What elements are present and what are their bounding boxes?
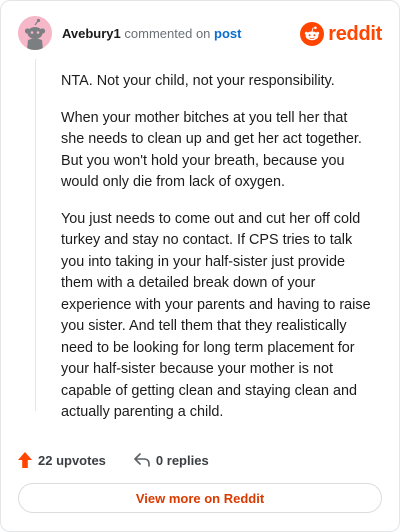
snoo-avatar-icon bbox=[18, 16, 52, 50]
reddit-wordmark: reddit bbox=[328, 22, 382, 45]
author-username[interactable]: Avebury1 bbox=[62, 26, 121, 41]
comment-paragraph: You just needs to come out and cut her o… bbox=[61, 210, 371, 421]
upvote-count: 22 upvotes bbox=[38, 452, 106, 468]
reddit-logo-icon bbox=[300, 22, 325, 46]
reply-count: 0 replies bbox=[155, 452, 209, 468]
comment-paragraph: When your mother bitches at you tell her… bbox=[61, 109, 362, 191]
comment-byline: Avebury1 commented on post bbox=[62, 26, 241, 42]
reddit-logo[interactable]: reddit bbox=[300, 21, 382, 47]
upvote-button[interactable]: 22 upvotes bbox=[18, 452, 106, 468]
reply-arrow-icon bbox=[134, 453, 150, 467]
comment-card: Avebury1 commented on post reddit NTA. N… bbox=[0, 0, 400, 532]
replies-button[interactable]: 0 replies bbox=[134, 453, 209, 468]
view-more-on-reddit-button[interactable]: View more on Reddit bbox=[18, 483, 382, 513]
comment-body: NTA. Not your child, not your responsibi… bbox=[61, 71, 373, 439]
comment-actions: 22 upvotes 0 replies bbox=[18, 449, 209, 471]
avatar[interactable] bbox=[18, 16, 52, 50]
comment-header: Avebury1 commented on post reddit bbox=[18, 16, 382, 52]
thread-line bbox=[35, 59, 36, 411]
upvote-arrow-icon bbox=[18, 452, 32, 468]
comment-paragraph: NTA. Not your child, not your responsibi… bbox=[61, 73, 335, 89]
post-link[interactable]: post bbox=[214, 26, 241, 41]
commented-on-text: commented on bbox=[124, 26, 211, 41]
